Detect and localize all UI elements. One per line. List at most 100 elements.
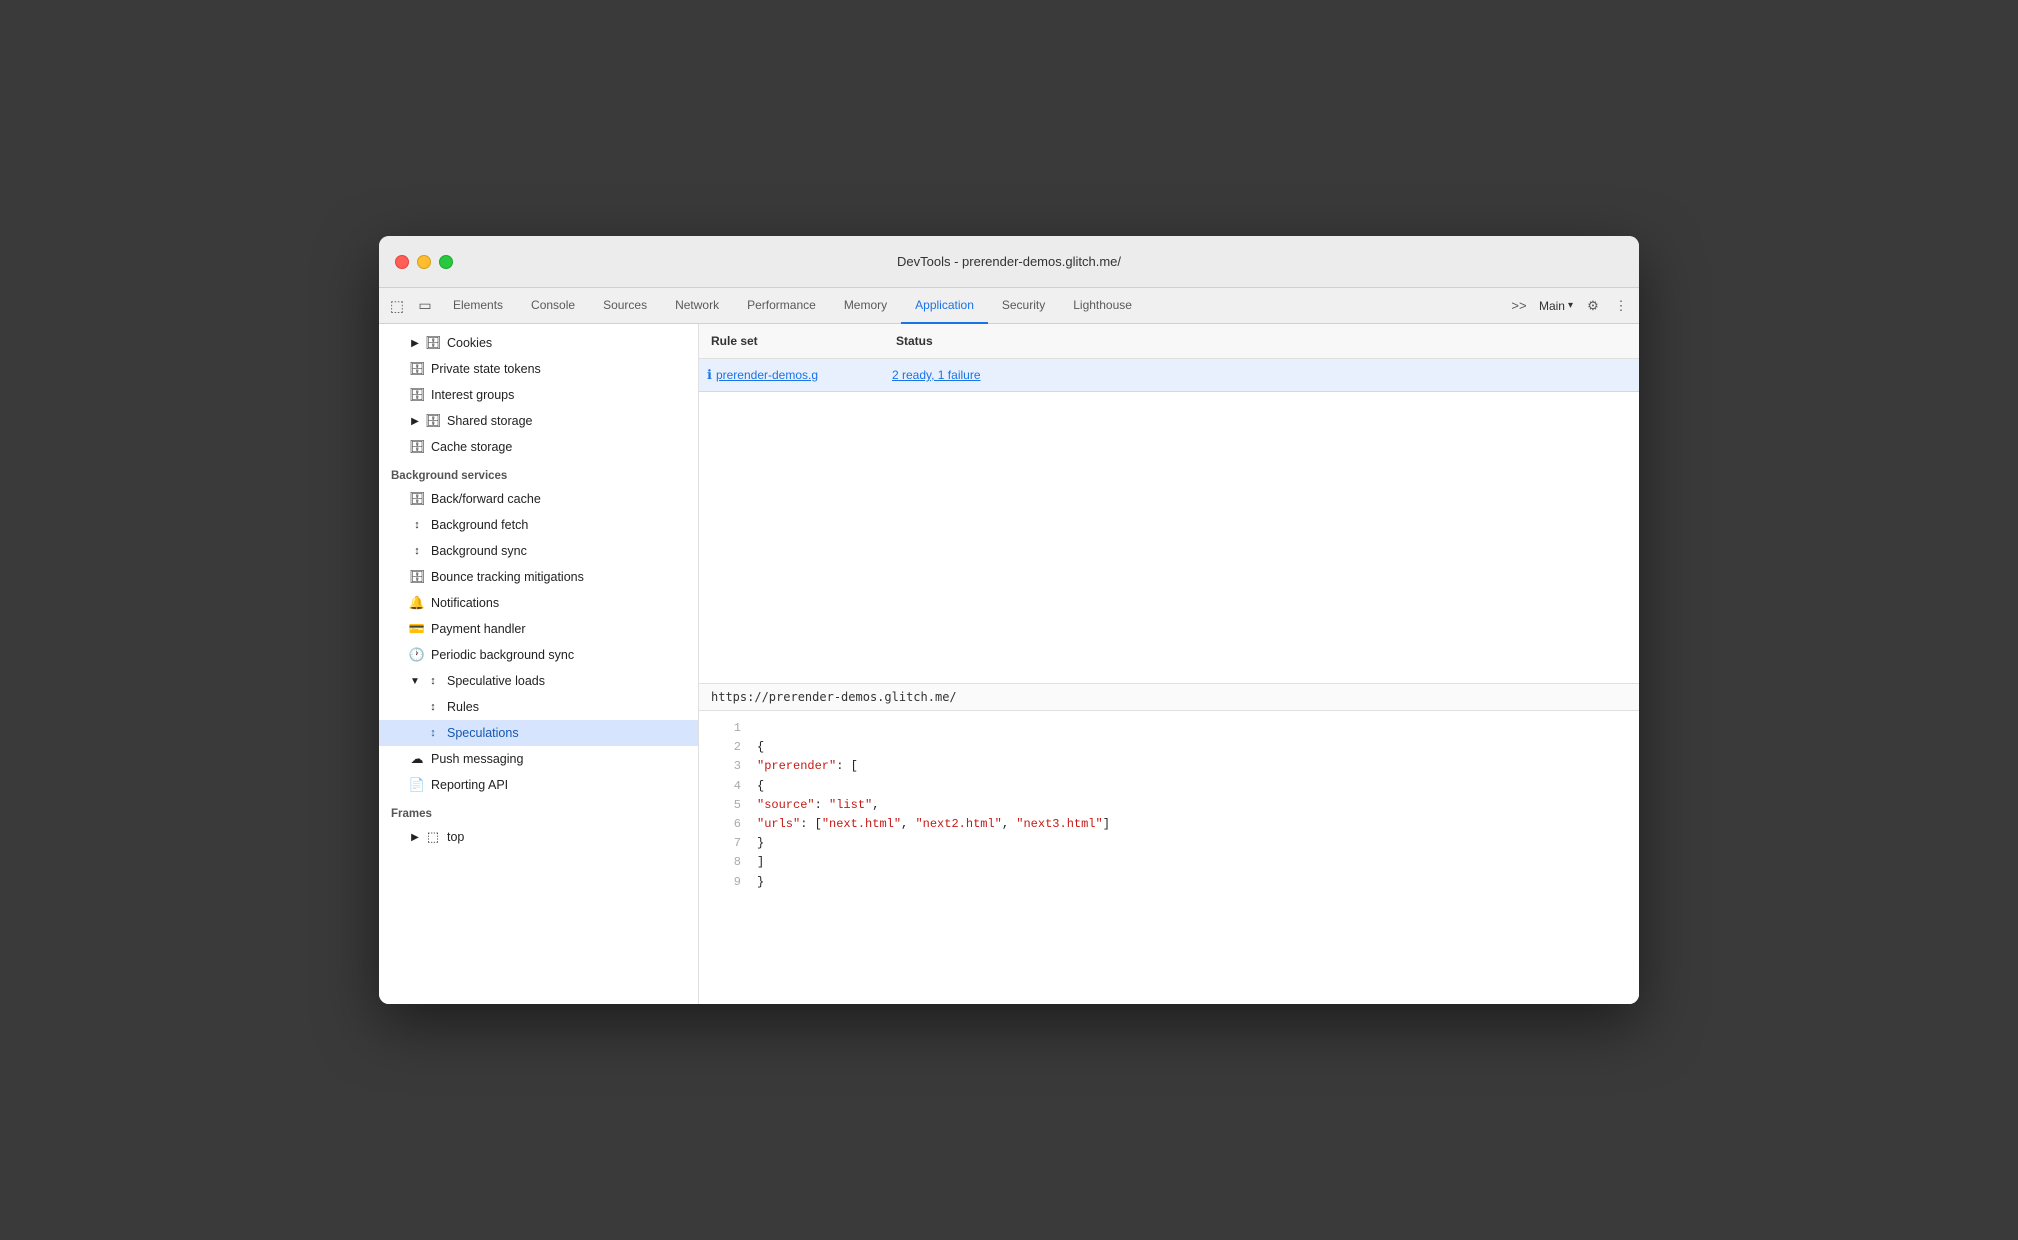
tab-console[interactable]: Console (517, 288, 589, 324)
sidebar-item-speculations[interactable]: ↕ Speculations (379, 720, 698, 746)
background-sync-icon: ↕ (409, 543, 425, 559)
line-num-9: 9 (711, 873, 741, 892)
sidebar-item-label: Private state tokens (431, 362, 541, 376)
tab-memory[interactable]: Memory (830, 288, 901, 324)
cell-ruleset: ℹ prerender-demos.g (699, 363, 884, 387)
line-num-7: 7 (711, 834, 741, 853)
tab-security[interactable]: Security (988, 288, 1059, 324)
frames-header: Frames (379, 798, 698, 824)
col-status-header: Status (884, 330, 1639, 352)
back-forward-cache-icon: 🗄 (409, 491, 425, 507)
bounce-tracking-icon: 🗄 (409, 569, 425, 585)
device-toolbar-icon[interactable]: ▭ (411, 292, 439, 320)
sidebar-item-label: Rules (447, 700, 479, 714)
interest-groups-icon: 🗄 (409, 387, 425, 403)
line-content-7: } (757, 834, 764, 853)
top-frame-icon: ⬚ (425, 829, 441, 845)
sidebar-item-notifications[interactable]: 🔔 Notifications (379, 590, 698, 616)
sidebar-item-label: Cookies (447, 336, 492, 350)
sidebar-item-payment-handler[interactable]: 💳 Payment handler (379, 616, 698, 642)
settings-button[interactable]: ⚙ (1579, 292, 1607, 320)
shared-storage-icon: 🗄 (425, 413, 441, 429)
sidebar-item-interest-groups[interactable]: 🗄 Interest groups (379, 382, 698, 408)
notifications-icon: 🔔 (409, 595, 425, 611)
code-line-8: 8 ] (699, 853, 1639, 872)
payment-handler-icon: 💳 (409, 621, 425, 637)
sidebar-item-cookies[interactable]: 🗄 Cookies (379, 330, 698, 356)
sidebar-item-shared-storage[interactable]: 🗄 Shared storage (379, 408, 698, 434)
shared-storage-arrow (409, 415, 421, 427)
main-label: Main (1539, 299, 1565, 313)
sidebar-item-rules[interactable]: ↕ Rules (379, 694, 698, 720)
code-line-1: 1 (699, 719, 1639, 738)
table-row[interactable]: ℹ prerender-demos.g 2 ready, 1 failure (699, 359, 1639, 392)
json-url-bar: https://prerender-demos.glitch.me/ (699, 684, 1639, 711)
status-link[interactable]: 2 ready, 1 failure (892, 368, 981, 382)
sidebar-item-label: Periodic background sync (431, 648, 574, 662)
sidebar-item-cache-storage[interactable]: 🗄 Cache storage (379, 434, 698, 460)
code-line-2: 2 { (699, 738, 1639, 757)
code-line-9: 9 } (699, 873, 1639, 892)
sidebar-item-label: Push messaging (431, 752, 523, 766)
background-fetch-icon: ↕ (409, 517, 425, 533)
line-num-4: 4 (711, 777, 741, 796)
line-content-5: "source": "list", (757, 796, 879, 815)
sidebar-item-label: Speculative loads (447, 674, 545, 688)
sidebar-item-top[interactable]: ⬚ top (379, 824, 698, 850)
maximize-button[interactable] (439, 255, 453, 269)
sidebar-item-label: Speculations (447, 726, 519, 740)
sidebar-item-label: Notifications (431, 596, 499, 610)
cell-status: 2 ready, 1 failure (884, 364, 1639, 386)
tab-application[interactable]: Application (901, 288, 988, 324)
sidebar-item-private-state-tokens[interactable]: 🗄 Private state tokens (379, 356, 698, 382)
line-content-4: { (757, 777, 764, 796)
tab-sources[interactable]: Sources (589, 288, 661, 324)
line-content-8: ] (757, 853, 764, 872)
speculative-loads-icon: ↕ (425, 673, 441, 689)
main-selector[interactable]: Main ▾ (1533, 297, 1579, 315)
sidebar-item-label: Back/forward cache (431, 492, 541, 506)
top-arrow (409, 831, 421, 843)
line-num-6: 6 (711, 815, 741, 834)
sidebar-item-background-fetch[interactable]: ↕ Background fetch (379, 512, 698, 538)
sidebar-item-speculative-loads[interactable]: ↕ Speculative loads (379, 668, 698, 694)
rules-icon: ↕ (425, 699, 441, 715)
sidebar-item-periodic-background-sync[interactable]: 🕐 Periodic background sync (379, 642, 698, 668)
sidebar-item-reporting-api[interactable]: 📄 Reporting API (379, 772, 698, 798)
sidebar-item-push-messaging[interactable]: ☁ Push messaging (379, 746, 698, 772)
devtools-body: 🗄 Cookies 🗄 Private state tokens 🗄 Inter… (379, 324, 1639, 1004)
json-area: https://prerender-demos.glitch.me/ 1 2 {… (699, 684, 1639, 1004)
sidebar-item-bounce-tracking[interactable]: 🗄 Bounce tracking mitigations (379, 564, 698, 590)
more-tabs-button[interactable]: >> (1505, 292, 1533, 320)
tab-network[interactable]: Network (661, 288, 733, 324)
tab-performance[interactable]: Performance (733, 288, 830, 324)
tab-elements[interactable]: Elements (439, 288, 517, 324)
code-line-6: 6 "urls": ["next.html", "next2.html", "n… (699, 815, 1639, 834)
close-button[interactable] (395, 255, 409, 269)
sidebar-item-label: Shared storage (447, 414, 532, 428)
sidebar-item-back-forward-cache[interactable]: 🗄 Back/forward cache (379, 486, 698, 512)
sidebar-item-label: Background sync (431, 544, 527, 558)
devtools-tab-bar: ⬚ ▭ Elements Console Sources Network Per… (379, 288, 1639, 324)
cookies-icon: 🗄 (425, 335, 441, 351)
tab-lighthouse[interactable]: Lighthouse (1059, 288, 1146, 324)
main-content: Rule set Status ℹ prerender-demos.g 2 re… (699, 324, 1639, 1004)
window-title: DevTools - prerender-demos.glitch.me/ (897, 254, 1121, 269)
line-num-1: 1 (711, 719, 741, 738)
ruleset-link[interactable]: prerender-demos.g (716, 368, 818, 382)
json-code-area[interactable]: 1 2 { 3 "prerender": [ 4 (699, 711, 1639, 1004)
inspector-icon[interactable]: ⬚ (383, 292, 411, 320)
sidebar-item-label: Interest groups (431, 388, 514, 402)
more-options-button[interactable]: ⋮ (1607, 292, 1635, 320)
sidebar-item-label: top (447, 830, 464, 844)
titlebar: DevTools - prerender-demos.glitch.me/ (379, 236, 1639, 288)
sidebar-item-background-sync[interactable]: ↕ Background sync (379, 538, 698, 564)
line-num-3: 3 (711, 757, 741, 776)
sidebar-item-label: Cache storage (431, 440, 512, 454)
background-services-header: Background services (379, 460, 698, 486)
speculative-loads-arrow (409, 675, 421, 687)
line-num-8: 8 (711, 853, 741, 872)
minimize-button[interactable] (417, 255, 431, 269)
info-icon: ℹ (707, 367, 712, 383)
reporting-api-icon: 📄 (409, 777, 425, 793)
